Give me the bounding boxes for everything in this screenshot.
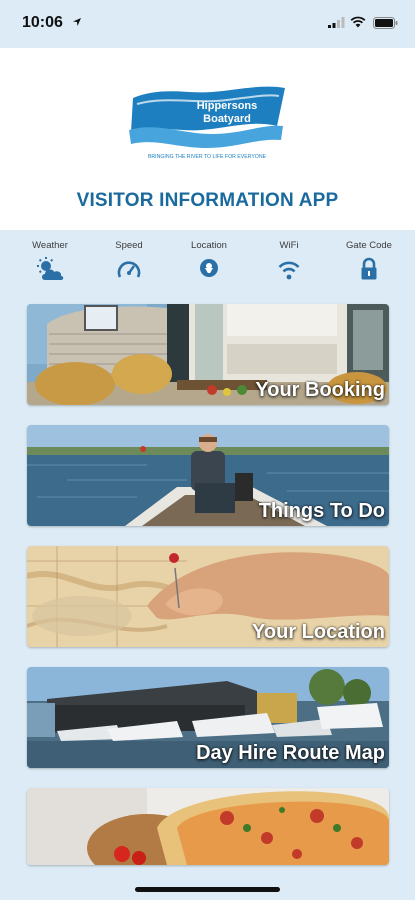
logo-tagline: BRINGING THE RIVER TO LIFE FOR EVERYONE xyxy=(148,154,267,160)
quick-link-label: WiFi xyxy=(279,240,299,251)
speedometer-icon xyxy=(117,261,141,278)
quick-link-label: Gate Code xyxy=(346,240,392,251)
quick-link-label: Weather xyxy=(32,240,68,251)
tile-label: Things To Do xyxy=(258,500,385,522)
quick-link-weather[interactable]: Weather xyxy=(10,230,90,282)
tile-label: Day Hire Route Map xyxy=(196,742,385,764)
header: Hippersons Boatyard BRINGING THE RIVER T… xyxy=(0,48,415,230)
tile-your-booking[interactable]: Your Booking xyxy=(27,304,389,405)
wifi-icon xyxy=(278,261,300,280)
cellular-signal-icon xyxy=(328,17,345,28)
home-indicator[interactable] xyxy=(135,887,280,892)
logo-name-line1: Hippersons xyxy=(197,100,258,112)
lock-icon xyxy=(361,257,377,280)
battery-icon xyxy=(373,17,398,29)
quick-links-bar: Weather Speed Location WiFi Gate Code xyxy=(0,230,415,290)
location-pin-icon xyxy=(200,259,218,277)
quick-link-label: Location xyxy=(191,240,227,251)
status-time: 10:06 xyxy=(22,14,63,31)
location-arrow-icon xyxy=(73,18,81,26)
quick-link-gate-code[interactable]: Gate Code xyxy=(329,230,409,282)
tile-your-location[interactable]: Your Location xyxy=(27,546,389,647)
hippersons-logo: Hippersons Boatyard BRINGING THE RIVER T… xyxy=(127,84,287,162)
tile-food[interactable] xyxy=(27,788,389,865)
wifi-status-icon xyxy=(350,16,366,28)
quick-link-speed[interactable]: Speed xyxy=(89,230,169,282)
quick-link-location[interactable]: Location xyxy=(169,230,249,282)
tile-day-hire-route-map[interactable]: Day Hire Route Map xyxy=(27,667,389,768)
tile-label: Your Location xyxy=(252,621,385,643)
status-bar: 10:06 xyxy=(0,0,415,48)
page-title: VISITOR INFORMATION APP xyxy=(76,190,339,211)
tile-label: Your Booking xyxy=(255,379,385,401)
quick-link-wifi[interactable]: WiFi xyxy=(249,230,329,282)
tile-things-to-do[interactable]: Things To Do xyxy=(27,425,389,526)
weather-icon xyxy=(37,257,64,280)
quick-link-label: Speed xyxy=(115,240,143,251)
food-image xyxy=(27,788,389,865)
logo-name-line2: Boatyard xyxy=(203,113,251,125)
